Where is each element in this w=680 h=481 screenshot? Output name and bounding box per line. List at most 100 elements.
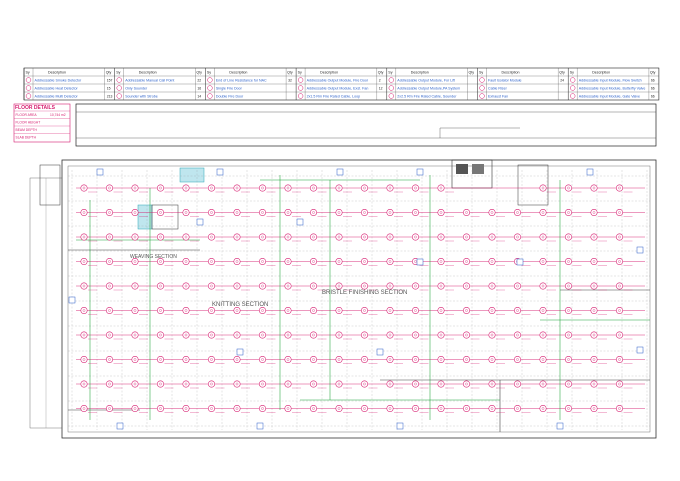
smoke-detector-icon xyxy=(488,331,496,339)
smoke-detector-icon xyxy=(335,258,343,265)
smoke-detector-icon xyxy=(131,233,139,241)
smoke-detector-icon xyxy=(463,405,470,412)
smoke-detector-icon xyxy=(310,282,317,290)
smoke-detector-icon xyxy=(386,307,394,314)
legend-description: Double Fire Door xyxy=(216,94,244,98)
floor-detail-label: SLAB DEPTH xyxy=(16,136,37,140)
smoke-detector-icon xyxy=(616,258,623,265)
legend-description: Sounder with Strobe xyxy=(125,94,158,98)
smoke-detector-icon xyxy=(616,331,623,339)
manual-call-point-icon xyxy=(216,168,224,176)
legend-description: Fault Isolator Module xyxy=(488,78,522,82)
smoke-detector-icon xyxy=(259,209,266,216)
smoke-detector-icon xyxy=(310,356,317,363)
smoke-detector-icon xyxy=(488,209,496,216)
smoke-detector-icon xyxy=(488,258,496,265)
smoke-detector-icon xyxy=(539,405,547,412)
legend-description: End of Line Resistance for NAC xyxy=(216,78,267,82)
smoke-detector-icon xyxy=(131,380,139,388)
legend-qty: 14 xyxy=(197,94,201,98)
smoke-detector-icon xyxy=(539,233,547,241)
legend-description: Addressable Output Module, For Lift xyxy=(397,78,455,82)
smoke-detector-icon xyxy=(259,307,266,314)
legend-symbol-icon xyxy=(116,85,122,91)
legend-symbol-icon xyxy=(479,77,485,83)
floor-detail-label: FLOOR AREA xyxy=(16,113,38,117)
smoke-detector-icon xyxy=(157,184,164,192)
smoke-detector-icon xyxy=(335,282,343,290)
smoke-detector-icon xyxy=(514,282,521,290)
smoke-detector-icon xyxy=(106,380,113,388)
smoke-detector-icon xyxy=(412,233,419,241)
smoke-detector-icon xyxy=(233,258,241,265)
smoke-detector-icon xyxy=(437,405,445,412)
smoke-detector-icon xyxy=(335,307,343,314)
smoke-detector-icon xyxy=(106,209,113,216)
smoke-detector-icon xyxy=(182,209,190,216)
smoke-detector-icon xyxy=(514,307,521,314)
smoke-detector-icon xyxy=(463,282,470,290)
smoke-detector-icon xyxy=(182,233,190,241)
legend-symbol-icon xyxy=(207,93,213,99)
smoke-detector-icon xyxy=(437,282,445,290)
smoke-detector-icon xyxy=(590,405,598,412)
legend-symbol-icon xyxy=(479,85,485,91)
smoke-detector-icon xyxy=(106,307,113,314)
smoke-detector-icon xyxy=(208,307,215,314)
floor-detail-label: FLOOR HEIGHT xyxy=(16,121,41,125)
smoke-detector-icon xyxy=(106,184,113,192)
smoke-detector-icon xyxy=(412,405,419,412)
legend-header-description: Description xyxy=(48,71,66,75)
smoke-detector-icon xyxy=(488,405,496,412)
smoke-detector-icon xyxy=(488,380,496,388)
legend-header-qty: Qty xyxy=(196,71,202,75)
smoke-detector-icon xyxy=(80,184,88,192)
smoke-detector-icon xyxy=(208,209,215,216)
smoke-detector-icon xyxy=(463,356,470,363)
legend-description: Addressable Output Module, Exst. Fan xyxy=(307,86,369,90)
legend-description: Addressable Output Module, Fire Door xyxy=(307,78,369,82)
legend-header-qty: Qty xyxy=(469,71,475,75)
smoke-detector-icon xyxy=(335,405,343,412)
smoke-detector-icon xyxy=(233,209,241,216)
smoke-detector-icon xyxy=(131,184,139,192)
manual-call-point-icon xyxy=(636,246,644,254)
fault-isolator-icon xyxy=(516,258,524,266)
smoke-detector-icon xyxy=(208,331,215,339)
smoke-detector-icon xyxy=(284,209,292,216)
legend-qty: 24 xyxy=(560,78,564,82)
smoke-detector-icon xyxy=(208,282,215,290)
floor-plan: WEAVING SECTION KNITTING SECTION BRISTLE… xyxy=(29,159,657,439)
smoke-detector-icon xyxy=(361,184,368,192)
smoke-detector-icon xyxy=(386,405,394,412)
smoke-detector-icon xyxy=(412,307,419,314)
smoke-detector-icon xyxy=(233,307,241,314)
smoke-detector-icon xyxy=(412,209,419,216)
smoke-detector-icon xyxy=(514,209,521,216)
smoke-detector-icon xyxy=(514,405,521,412)
smoke-detector-icon xyxy=(80,380,88,388)
smoke-detector-icon xyxy=(565,356,572,363)
smoke-detector-icon xyxy=(259,233,266,241)
smoke-detector-icon xyxy=(233,282,241,290)
smoke-detector-icon xyxy=(514,380,521,388)
smoke-detector-icon xyxy=(182,380,190,388)
smoke-detector-icon xyxy=(590,184,598,192)
legend-symbol-icon xyxy=(25,85,32,91)
smoke-detector-icon xyxy=(284,405,292,412)
smoke-detector-icon xyxy=(80,405,88,412)
manual-call-point-icon xyxy=(116,422,124,430)
smoke-detector-icon xyxy=(463,380,470,388)
smoke-detector-icon xyxy=(437,209,445,216)
smoke-detector-icon xyxy=(131,307,139,314)
smoke-detector-icon xyxy=(437,233,445,241)
legend-description: Addressable Input Module, Gate Valve xyxy=(579,94,640,98)
legend-qty: 213 xyxy=(107,94,113,98)
smoke-detector-icon xyxy=(208,380,215,388)
legend-symbol-icon xyxy=(25,93,32,99)
smoke-detector-icon xyxy=(335,331,343,339)
smoke-detector-icon xyxy=(361,405,368,412)
smoke-detector-icon xyxy=(335,380,343,388)
smoke-detector-icon xyxy=(514,356,521,363)
legend-header-sy: Sy xyxy=(570,71,574,75)
